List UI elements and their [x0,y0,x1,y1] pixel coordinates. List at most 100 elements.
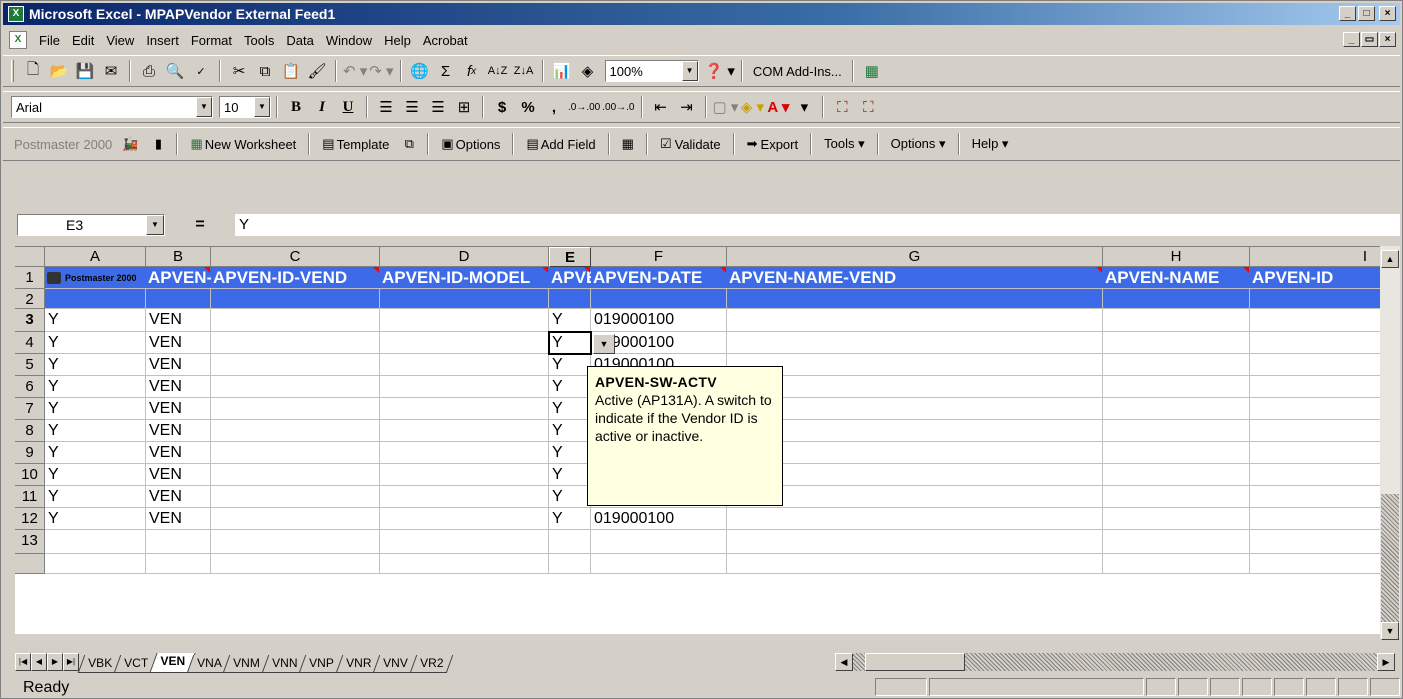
header-cell-f[interactable]: APVEN-DATE [591,267,727,289]
scroll-up-icon[interactable]: ▲ [1381,250,1399,268]
cell-d[interactable] [380,442,549,464]
cell-g[interactable] [727,530,1103,554]
name-box[interactable]: E3 ▼ [17,214,165,236]
font-color-icon[interactable]: A ▾ [766,95,790,119]
cell-c[interactable] [211,464,380,486]
horizontal-scrollbar[interactable]: ◀ ▶ [835,653,1395,671]
pdf-email-icon[interactable]: ⛶ [856,95,880,119]
cell-a[interactable]: Y [45,464,146,486]
cell-d[interactable] [380,486,549,508]
cell-h[interactable] [1103,508,1250,530]
maximize-button[interactable]: □ [1358,6,1375,21]
cell-c[interactable] [211,289,380,309]
cell-i[interactable] [1250,464,1380,486]
cell-i[interactable] [1250,486,1380,508]
sort-descending-icon[interactable]: Z↓A [512,59,536,83]
cell-i[interactable] [1250,289,1380,309]
workbook-icon[interactable]: X [9,31,27,49]
cell-f[interactable]: 019000100 [591,309,727,332]
menu-data[interactable]: Data [280,31,319,50]
cell-a[interactable] [45,289,146,309]
cell-f[interactable]: 019000100 [591,508,727,530]
sheet-tab-vr2[interactable]: VR2 [409,655,454,673]
cell-e[interactable] [549,289,591,309]
zoom-select[interactable]: 100% ▼ [604,60,699,82]
vertical-scrollbar[interactable]: ▲ ▼ [1380,246,1400,640]
row-header[interactable]: 2 [15,289,45,309]
column-header-e[interactable]: E [549,247,591,267]
help-menu-button[interactable]: Help ▾ [966,132,1015,156]
cell-g[interactable] [727,464,1103,486]
cell-f[interactable] [591,289,727,309]
select-all-corner[interactable] [15,247,45,267]
cell-g[interactable] [727,289,1103,309]
cell-g[interactable] [727,486,1103,508]
cell-h[interactable] [1103,354,1250,376]
print-preview-icon[interactable]: 🔍 [163,59,187,83]
cell-c[interactable] [211,530,380,554]
row-header[interactable]: 10 [15,464,45,486]
cell-g[interactable] [727,508,1103,530]
postmaster-logo[interactable]: Postmaster 2000 [45,267,146,289]
cell-g[interactable] [727,420,1103,442]
cell-h[interactable] [1103,464,1250,486]
validation-dropdown-button[interactable]: ▼ [593,334,615,354]
options-menu-button[interactable]: Options ▾ [885,132,952,156]
cell-h[interactable] [1103,309,1250,332]
cell-i[interactable] [1250,398,1380,420]
excel-icon[interactable]: X [8,6,24,22]
formula-input[interactable]: Y [235,214,1400,236]
cell-h[interactable] [1103,332,1250,354]
copy-icon[interactable]: ⧉ [253,59,277,83]
cell-e[interactable]: Y [549,508,591,530]
open-icon[interactable]: 📂 [47,59,71,83]
cell-i[interactable] [1250,332,1380,354]
chart-wizard-icon[interactable]: 📊 [550,59,574,83]
cell-d[interactable] [380,398,549,420]
chevron-down-icon[interactable]: ▼ [146,215,164,235]
cell-a[interactable]: Y [45,309,146,332]
font-select[interactable]: Arial ▼ [11,96,213,118]
cell-e[interactable]: Y [549,464,591,486]
cell-a[interactable] [45,554,146,574]
cell-i[interactable] [1250,376,1380,398]
row-header[interactable]: 11 [15,486,45,508]
cell-a[interactable]: Y [45,332,146,354]
toolbar-grip[interactable] [11,60,14,82]
new-worksheet-button[interactable]: ▦ New Worksheet [184,132,302,156]
help-icon[interactable]: ❓ ▾ [705,59,735,83]
template-button[interactable]: ▤ Template [316,132,395,156]
cell-b[interactable]: VEN [146,442,211,464]
cell-b[interactable]: VEN [146,332,211,354]
header-cell-g[interactable]: APVEN-NAME-VEND [727,267,1103,289]
cell-b[interactable]: VEN [146,486,211,508]
cut-icon[interactable]: ✂ [227,59,251,83]
scroll-right-icon[interactable]: ▶ [1377,653,1395,671]
menu-edit[interactable]: Edit [66,31,100,50]
cell-c[interactable] [211,398,380,420]
cell-h[interactable] [1103,420,1250,442]
header-cell-e[interactable]: APVEN-SW-ACTV [549,267,591,289]
cell-c[interactable] [211,554,380,574]
cell-d[interactable] [380,420,549,442]
column-header-i[interactable]: I [1250,247,1380,267]
borders-icon[interactable]: ▢ ▾ [713,95,739,119]
copy-template-icon[interactable]: ⧉ [397,132,421,156]
column-header-g[interactable]: G [727,247,1103,267]
toolbar-options-icon[interactable]: ▾ [792,95,816,119]
cell-c[interactable] [211,354,380,376]
cell-d[interactable] [380,354,549,376]
menu-tools[interactable]: Tools [238,31,280,50]
cell-f[interactable] [591,554,727,574]
cell-e[interactable]: Y [549,442,591,464]
tools-menu-button[interactable]: Tools ▾ [818,132,871,156]
hyperlink-icon[interactable]: 🌐 [408,59,432,83]
formula-equals[interactable]: = [165,216,235,234]
new-icon[interactable]: 🗋 [21,59,45,83]
cell-e[interactable]: Y [549,398,591,420]
chevron-down-icon[interactable]: ▼ [254,97,270,117]
cell-d[interactable] [380,332,549,354]
cell-a[interactable]: Y [45,508,146,530]
column-header-h[interactable]: H [1103,247,1250,267]
save-icon[interactable]: 💾 [73,59,97,83]
